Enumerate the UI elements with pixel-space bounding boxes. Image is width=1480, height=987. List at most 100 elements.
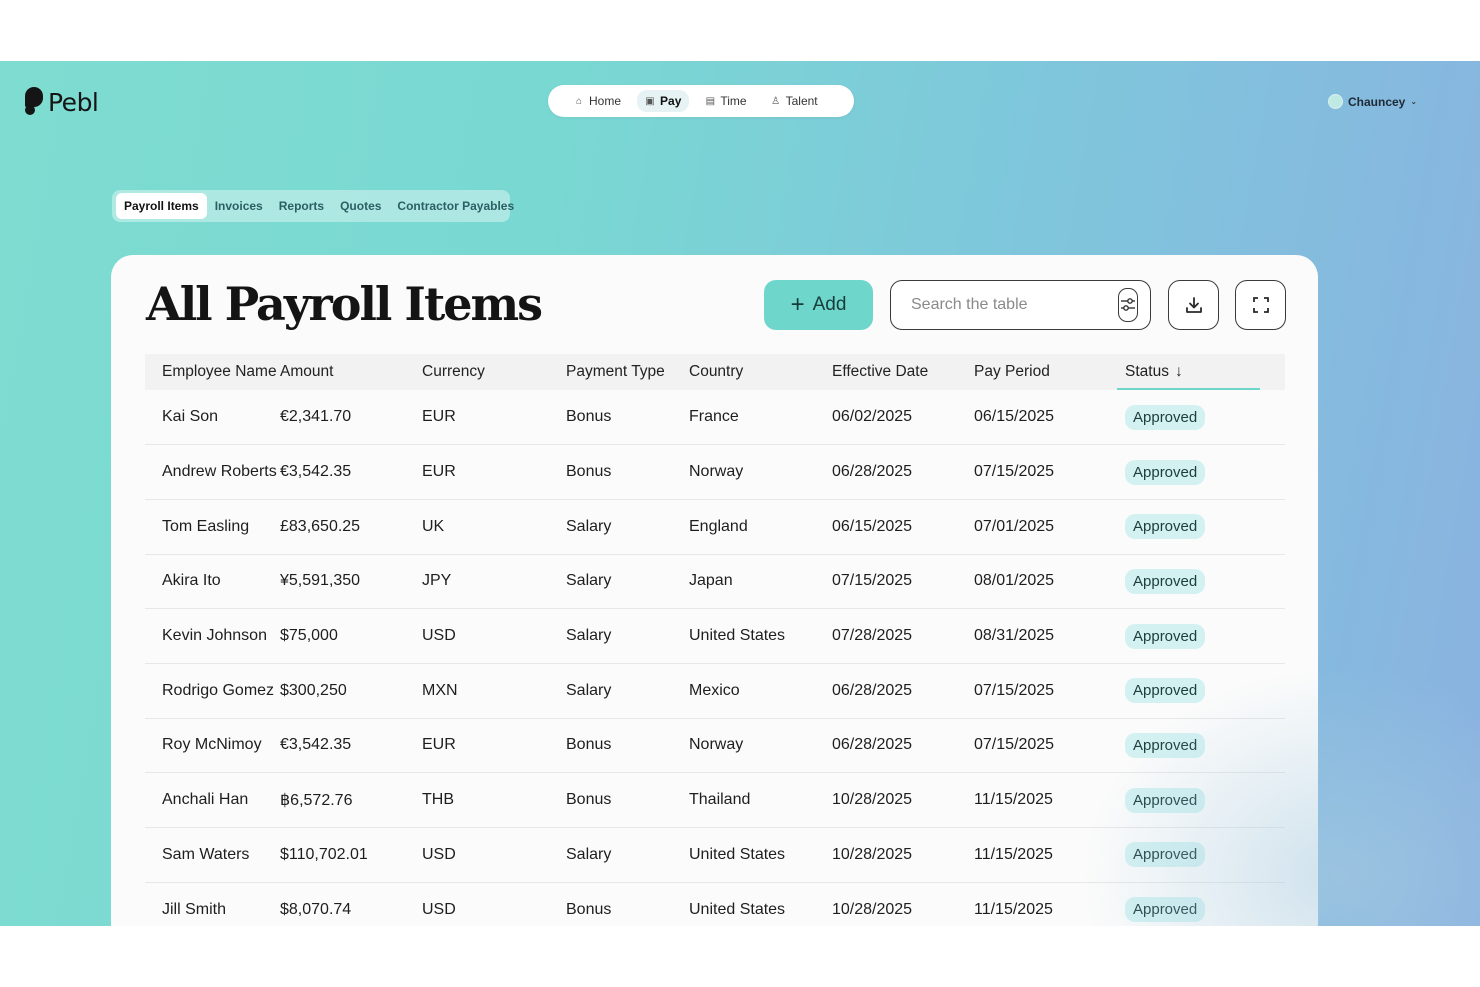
effective-date-cell: 10/28/2025 [832, 845, 913, 863]
table-row[interactable]: Kevin Johnson $75,000 USD Salary United Stat… [145, 609, 1285, 664]
search-input[interactable] [911, 296, 1118, 314]
download-button[interactable] [1168, 280, 1219, 330]
amount-cell: $8,070.74 [280, 900, 352, 918]
table-row[interactable]: Akira Ito ¥5,591,350 JPY Salary Japan 07/15/2… [145, 554, 1285, 609]
user-menu[interactable]: Chauncey ⌄ [1328, 94, 1417, 109]
nav-item-label: Time [720, 94, 747, 108]
status-cell: Approved [1117, 499, 1285, 554]
table-row[interactable]: Andrew Roberts €3,542.35 EUR Bonus Norway 06/… [145, 445, 1285, 500]
payment-type-cell: Salary [566, 845, 612, 863]
nav-item-time[interactable]: ▤ Time [697, 90, 754, 112]
column-header-pay-period[interactable]: Pay Period [974, 354, 1117, 390]
effective-date-cell: 06/28/2025 [832, 463, 913, 481]
pay-period-cell: 07/15/2025 [974, 463, 1055, 481]
status-badge: Approved [1125, 732, 1206, 758]
effective-date-cell: 07/15/2025 [832, 572, 913, 590]
nav-item-label: Home [589, 94, 622, 108]
country-cell: England [689, 517, 748, 535]
calendar-icon: ▤ [705, 95, 716, 107]
status-badge: Approved [1125, 678, 1206, 704]
amount-cell: €3,542.35 [280, 736, 352, 754]
expand-button[interactable] [1235, 280, 1286, 330]
effective-date-cell: 06/28/2025 [832, 736, 913, 754]
status-badge: Approved [1125, 623, 1206, 649]
tab-quotes[interactable]: Quotes [332, 193, 389, 219]
tab-contractor-payables[interactable]: Contractor Payables [389, 193, 522, 219]
home-icon: ⌂ [575, 95, 583, 107]
table-row[interactable]: Sam Waters $110,702.01 USD Salary United Sta… [145, 828, 1285, 883]
country-cell: Norway [689, 736, 744, 754]
table-row[interactable]: Rodrigo Gomez $300,250 MXN Salary Mexico 06/2… [145, 663, 1285, 719]
column-header-employee-name[interactable]: Employee Name [145, 354, 280, 390]
effective-date-cell: 06/02/2025 [832, 408, 913, 426]
column-header-effective-date[interactable]: Effective Date [832, 354, 974, 390]
column-header-country[interactable]: Country [689, 354, 832, 390]
sort-arrow-down-icon: ↓ [1174, 363, 1183, 380]
effective-date-cell: 07/28/2025 [832, 627, 913, 645]
top-nav: ⌂ Home ▣ Pay ▤ Time ♙ Talent [548, 85, 854, 117]
status-cell: Approved [1117, 882, 1285, 926]
currency-cell: USD [422, 900, 456, 918]
payment-type-cell: Salary [566, 681, 612, 699]
table-row[interactable]: Kai Son €2,341.70 EUR Bonus France 06/02/2025… [145, 390, 1285, 445]
add-button[interactable]: + Add [764, 280, 873, 330]
filter-button[interactable] [1118, 288, 1138, 322]
status-badge: Approved [1125, 897, 1206, 923]
column-header-amount[interactable]: Amount [280, 354, 422, 390]
amount-cell: £83,650.25 [280, 517, 361, 535]
search-box [890, 280, 1151, 330]
pay-period-cell: 11/15/2025 [974, 845, 1053, 863]
column-header-content: Status ↓ [1117, 363, 1183, 381]
currency-cell: USD [422, 845, 456, 863]
payment-type-cell: Bonus [566, 736, 612, 754]
table-header-row: Employee Name Amount Currency Payment Ty… [145, 354, 1285, 390]
brand-name: Pebl [48, 87, 99, 117]
nav-item-label: Talent [785, 94, 818, 108]
employee-name-cell: Tom Easling [162, 517, 250, 535]
currency-cell: EUR [422, 736, 456, 754]
payroll-table: Employee Name Amount Currency Payment Ty… [145, 354, 1285, 926]
nav-item-home[interactable]: ⌂ Home [566, 90, 629, 112]
payment-type-cell: Salary [566, 572, 612, 590]
currency-cell: EUR [422, 408, 456, 426]
employee-name-cell: Anchali Han [162, 791, 249, 809]
status-cell: Approved [1117, 828, 1285, 883]
pay-period-cell: 11/15/2025 [974, 900, 1053, 918]
tab-payroll-items[interactable]: Payroll Items [116, 193, 207, 219]
employee-name-cell: Rodrigo Gomez [162, 681, 275, 699]
employee-name-cell: Sam Waters [162, 845, 250, 863]
employee-name-cell: Andrew Roberts [162, 463, 277, 481]
nav-item-label: Pay [660, 94, 682, 108]
nav-item-pay[interactable]: ▣ Pay [637, 90, 690, 112]
column-header-label: Country [689, 363, 744, 380]
effective-date-cell: 10/28/2025 [832, 900, 913, 918]
nav-item-talent[interactable]: ♙ Talent [763, 90, 826, 112]
sliders-icon [1121, 298, 1135, 311]
app-background: Pebl ⌂ Home ▣ Pay ▤ Time ♙ Talent Chaunc… [0, 61, 1480, 926]
column-header-status[interactable]: Status ↓ [1117, 354, 1285, 390]
table-row[interactable]: Anchali Han ฿6,572.76 THB Bonus Thailand 10/2… [145, 773, 1285, 828]
table-row[interactable]: Roy McNimoy €3,542.35 EUR Bonus Norway 06/28/… [145, 718, 1285, 773]
table-row[interactable]: Jill Smith $8,070.74 USD Bonus United States… [145, 882, 1285, 926]
column-header-currency[interactable]: Currency [422, 354, 566, 390]
column-header-payment-type[interactable]: Payment Type [566, 354, 689, 390]
fullscreen-icon [1252, 297, 1269, 313]
page-title: All Payroll Items [146, 277, 543, 331]
currency-cell: MXN [422, 681, 458, 699]
plus-icon: + [790, 291, 805, 318]
payment-type-cell: Bonus [566, 408, 612, 426]
amount-cell: $75,000 [280, 627, 338, 645]
tab-reports[interactable]: Reports [271, 193, 332, 219]
employee-name-cell: Kai Son [162, 408, 219, 426]
amount-cell: $300,250 [280, 681, 347, 699]
payment-type-cell: Bonus [566, 463, 612, 481]
country-cell: Japan [689, 572, 733, 590]
brand-logo[interactable]: Pebl [24, 87, 99, 117]
tab-invoices[interactable]: Invoices [207, 193, 271, 219]
avatar [1328, 94, 1343, 109]
column-header-label: Amount [280, 363, 334, 380]
employee-name-cell: Jill Smith [162, 900, 227, 918]
country-cell: Mexico [689, 681, 740, 699]
table-row[interactable]: Tom Easling £83,650.25 UK Salary England 06/1… [145, 499, 1285, 555]
employee-name-cell: Roy McNimoy [162, 736, 262, 754]
